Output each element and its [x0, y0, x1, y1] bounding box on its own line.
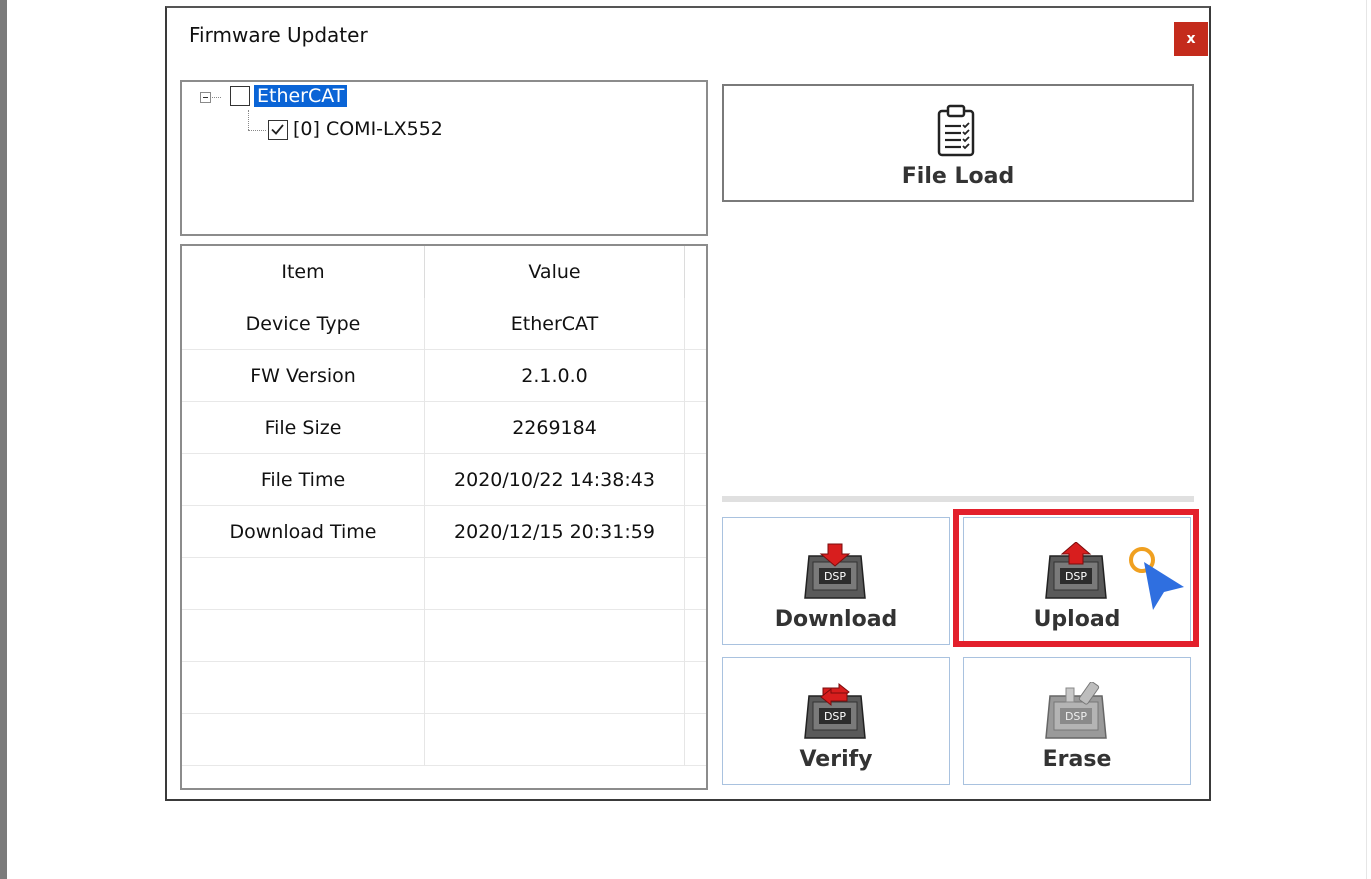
grid-item-cell: FW Version — [182, 350, 425, 402]
grid-header-item[interactable]: Item — [182, 246, 425, 298]
empty-cell — [425, 662, 685, 714]
file-load-label: File Load — [901, 164, 1015, 189]
clipboard-icon — [937, 104, 975, 157]
download-button[interactable]: DSP Download — [722, 517, 950, 645]
grid-item-cell: File Time — [182, 454, 425, 506]
table-row[interactable]: FW Version 2.1.0.0 — [182, 350, 706, 402]
tree-child-checkbox[interactable] — [268, 120, 288, 140]
svg-text:DSP: DSP — [1065, 570, 1087, 583]
dsp-download-icon: DSP — [804, 543, 866, 599]
device-info-grid: Item Value Device Type EtherCAT FW Versi… — [180, 244, 708, 790]
grid-item-cell: Download Time — [182, 506, 425, 558]
dsp-erase-icon: DSP — [1045, 682, 1107, 739]
empty-table-row — [182, 558, 706, 610]
empty-table-row — [182, 610, 706, 662]
tree-connector — [248, 130, 266, 131]
tree-child-label[interactable]: [0] COMI-LX552 — [293, 118, 443, 140]
grid-header-value[interactable]: Value — [425, 246, 685, 298]
grid-header-row: Item Value — [182, 246, 706, 298]
device-tree[interactable]: EtherCAT [0] COMI-LX552 — [180, 80, 708, 236]
table-row[interactable]: Download Time 2020/12/15 20:31:59 — [182, 506, 706, 558]
pointer-cursor-icon — [1129, 547, 1184, 610]
grid-value-cell: 2.1.0.0 — [425, 350, 685, 402]
checkmark-icon — [271, 124, 284, 135]
tree-root-checkbox[interactable] — [230, 86, 250, 106]
empty-table-row — [182, 662, 706, 714]
svg-text:DSP: DSP — [824, 710, 846, 723]
right-edge-line — [1366, 0, 1367, 879]
window-title: Firmware Updater — [189, 23, 368, 47]
empty-cell — [182, 558, 425, 610]
erase-label: Erase — [1042, 747, 1112, 772]
empty-cell — [182, 662, 425, 714]
grid-value-cell: EtherCAT — [425, 298, 685, 350]
file-load-button[interactable]: File Load — [722, 84, 1194, 202]
verify-label: Verify — [799, 747, 873, 772]
erase-button[interactable]: DSP Erase — [963, 657, 1191, 785]
tree-collapse-toggle[interactable] — [200, 92, 211, 103]
grid-item-cell: Device Type — [182, 298, 425, 350]
grid-value-cell: 2020/12/15 20:31:59 — [425, 506, 685, 558]
tree-root-label[interactable]: EtherCAT — [254, 85, 348, 107]
svg-text:DSP: DSP — [824, 570, 846, 583]
firmware-updater-dialog: Firmware Updater x EtherCAT [0] COMI-LX5… — [165, 6, 1211, 801]
tree-connector — [212, 97, 221, 98]
panel-divider — [722, 496, 1194, 502]
left-edge-bar — [0, 0, 7, 879]
grid-value-cell: 2269184 — [425, 402, 685, 454]
download-label: Download — [774, 607, 898, 632]
grid-value-cell: 2020/10/22 14:38:43 — [425, 454, 685, 506]
empty-cell — [425, 714, 685, 766]
tree-connector — [248, 110, 249, 130]
empty-table-row — [182, 714, 706, 766]
close-button[interactable]: x — [1174, 22, 1208, 56]
table-row[interactable]: File Time 2020/10/22 14:38:43 — [182, 454, 706, 506]
dsp-verify-icon: DSP — [804, 682, 866, 739]
dsp-upload-icon: DSP — [1045, 542, 1107, 599]
empty-cell — [425, 558, 685, 610]
table-row[interactable]: Device Type EtherCAT — [182, 298, 706, 350]
empty-cell — [425, 610, 685, 662]
empty-cell — [182, 714, 425, 766]
title-bar[interactable]: Firmware Updater x — [167, 8, 1209, 68]
verify-button[interactable]: DSP Verify — [722, 657, 950, 785]
table-row[interactable]: File Size 2269184 — [182, 402, 706, 454]
empty-cell — [182, 610, 425, 662]
svg-text:DSP: DSP — [1065, 710, 1087, 723]
grid-item-cell: File Size — [182, 402, 425, 454]
